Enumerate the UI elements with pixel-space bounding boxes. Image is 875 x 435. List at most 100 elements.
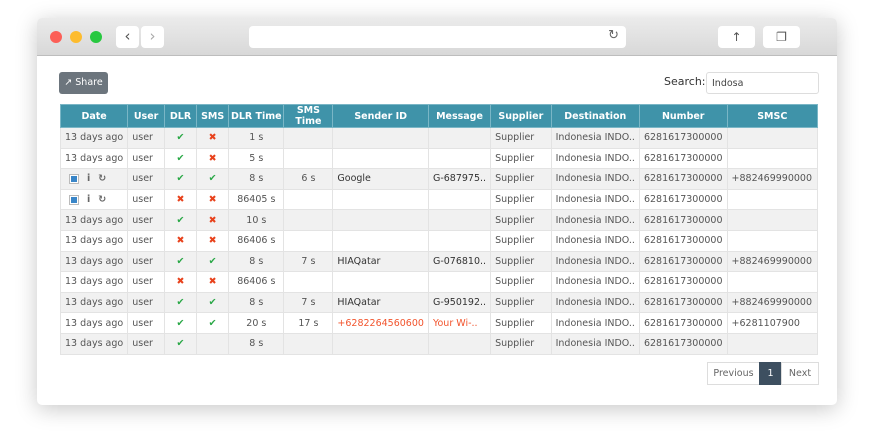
cross-icon: ✖ (208, 214, 217, 226)
cell-sender: Google (332, 168, 429, 190)
cell-user: user (127, 271, 165, 293)
cross-icon: ✖ (176, 235, 185, 247)
check-icon: ✔ (176, 214, 185, 226)
cell-dlr: ✔ (163, 127, 198, 149)
cell-number: 6281617300000 (638, 209, 728, 231)
column-header-dlr[interactable]: DLR (163, 104, 198, 128)
column-header-sms-time[interactable]: SMS Time (283, 104, 334, 128)
column-header-date[interactable]: Date (59, 104, 129, 128)
cell-user: user (127, 312, 165, 334)
cell-destination: Indonesia INDO.. (550, 332, 640, 355)
check-icon: ✔ (176, 152, 185, 164)
table-row[interactable]: 13 days ago user ✖ ✖ 86406 s Supplier Indonesi… (59, 229, 819, 252)
column-header-sms[interactable]: SMS (196, 104, 230, 128)
address-bar[interactable]: ↻ (249, 26, 626, 48)
cell-message (427, 229, 492, 252)
cell-date: 13 days ago (59, 291, 129, 314)
cell-sender (332, 147, 429, 170)
cross-icon: ✖ (208, 235, 217, 247)
cell-message: G-687975.. (427, 168, 492, 190)
column-header-supplier[interactable]: Supplier (490, 104, 552, 128)
column-header-sender-id[interactable]: Sender ID (332, 104, 429, 128)
table-row[interactable]: 13 days ago user ✔ ✔ 8 s7 s HIAQatar G-076810.… (59, 250, 819, 273)
cell-dlr: ✔ (163, 147, 198, 170)
search-label: Search: (664, 75, 706, 88)
table-row[interactable]: i ↻ user ✔ ✔ 8 s6 s Google G-687975.. Supplier In… (59, 168, 819, 190)
share-page-button[interactable]: ↑ (718, 26, 755, 48)
cross-icon: ✖ (208, 152, 217, 164)
cell-sms-time (283, 127, 334, 149)
cell-sender (332, 127, 429, 149)
search-input[interactable] (706, 72, 819, 94)
cross-icon: ✖ (176, 194, 185, 206)
cell-dlr-time: 8 s (228, 291, 285, 314)
table-row[interactable]: 13 days ago user ✔ 8 s Supplier Indonesia IND… (59, 332, 819, 355)
check-icon: ✔ (176, 132, 185, 144)
cell-dlr: ✔ (163, 312, 198, 334)
cell-number: 6281617300000 (638, 127, 728, 149)
cell-message (427, 271, 492, 293)
minimize-window-icon[interactable] (70, 31, 82, 43)
next-page-button[interactable]: Next (781, 362, 819, 385)
cell-dlr-time: 8 s (228, 168, 285, 190)
cell-dlr: ✖ (163, 229, 198, 252)
forward-button[interactable]: › (141, 26, 164, 48)
check-icon: ✔ (176, 255, 185, 267)
cell-sender (332, 271, 429, 293)
cell-sms-time (283, 209, 334, 231)
close-window-icon[interactable] (50, 31, 62, 43)
cell-date: i ↻ (59, 168, 129, 190)
previous-page-button[interactable]: Previous (707, 362, 760, 385)
column-header-smsc[interactable]: SMSC (726, 104, 819, 128)
cell-smsc (726, 271, 819, 293)
table-row[interactable]: 13 days ago user ✔ ✔ 20 s 17 s +6282264560600 Y… (59, 312, 819, 334)
cell-message: G-950192.. (427, 291, 492, 314)
cell-sender (332, 229, 429, 252)
cell-date: 13 days ago (59, 332, 129, 355)
table-row[interactable]: 13 days ago user ✔ ✖ 1 s Supplier Indonesia IN… (59, 127, 819, 149)
cell-sms-time (283, 271, 334, 293)
cell-supplier: Supplier (490, 291, 552, 314)
table-row[interactable]: 13 days ago user ✔ ✖ 10 s Supplier Indonesia I… (59, 209, 819, 231)
back-button[interactable]: ‹ (116, 26, 139, 48)
cell-number: 6281617300000 (638, 188, 728, 211)
refresh-icon[interactable]: ↻ (98, 194, 106, 205)
cell-supplier: Supplier (490, 229, 552, 252)
maximize-window-icon[interactable] (90, 31, 102, 43)
column-header-number[interactable]: Number (638, 104, 728, 128)
table-row[interactable]: i ↻ user ✖ ✖ 86405 s Supplier Indonesia INDO.. 6… (59, 188, 819, 211)
cell-dlr-time: 1 s (228, 127, 285, 149)
page-1-button[interactable]: 1 (759, 362, 782, 385)
cell-destination: Indonesia INDO.. (550, 312, 640, 334)
table-row[interactable]: 13 days ago user ✔ ✔ 8 s7 s HIAQatar G-950192.… (59, 291, 819, 314)
info-icon[interactable]: i (87, 194, 90, 205)
cell-dlr-time: 8 s (228, 250, 285, 273)
column-header-destination[interactable]: Destination (550, 104, 640, 128)
reload-icon[interactable]: ↻ (608, 28, 619, 43)
column-header-dlr-time[interactable]: DLR Time (228, 104, 285, 128)
refresh-icon[interactable]: ↻ (98, 173, 106, 184)
table-row[interactable]: 13 days ago user ✖ ✖ 86406 s Supplier Indonesi… (59, 271, 819, 293)
cell-supplier: Supplier (490, 209, 552, 231)
share-button[interactable]: ↗ Share (59, 72, 108, 94)
cell-destination: Indonesia INDO.. (550, 271, 640, 293)
check-icon: ✔ (176, 317, 185, 329)
column-header-user[interactable]: User (127, 104, 165, 128)
row-checkbox[interactable] (69, 194, 79, 205)
cell-number: 6281617300000 (638, 332, 728, 355)
table-row[interactable]: 13 days ago user ✔ ✖ 5 s Supplier Indonesia IN… (59, 147, 819, 170)
cell-destination: Indonesia INDO.. (550, 250, 640, 273)
cell-dlr-time: 86406 s (228, 229, 285, 252)
cell-date: 13 days ago (59, 127, 129, 149)
cell-number: 6281617300000 (638, 147, 728, 170)
row-checkbox[interactable] (69, 173, 79, 184)
column-header-message[interactable]: Message (427, 104, 492, 128)
tabs-button[interactable]: ❐ (763, 26, 800, 48)
cell-smsc: +6281107900 (726, 312, 819, 334)
cell-supplier: Supplier (490, 250, 552, 273)
cell-smsc (726, 209, 819, 231)
cell-destination: Indonesia INDO.. (550, 168, 640, 190)
cell-dlr-time: 86405 s (228, 188, 285, 211)
cell-dlr: ✔ (163, 209, 198, 231)
info-icon[interactable]: i (87, 173, 90, 184)
